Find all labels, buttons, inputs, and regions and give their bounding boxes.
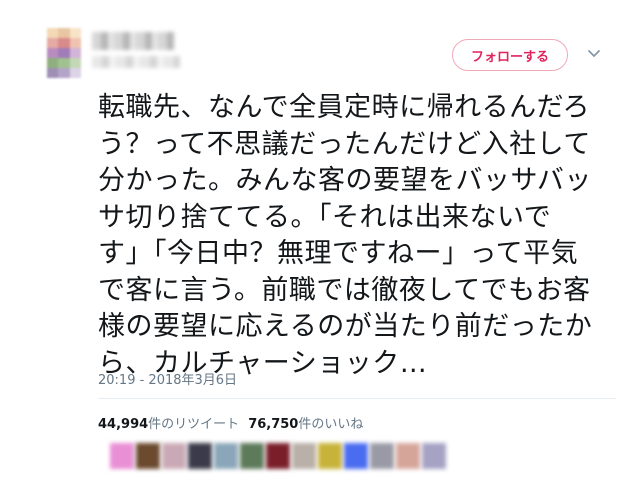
liker-avatars	[110, 443, 446, 469]
retweet-count: 44,994	[98, 417, 149, 432]
tweet-text-line: で客に言う。前職では徹夜してでもお客	[98, 274, 591, 306]
like-count: 76,750	[248, 417, 299, 432]
user-name-redacted[interactable]	[92, 32, 174, 50]
liker-avatar[interactable]	[214, 443, 238, 469]
tweet-text-line: 様の要望に応えるのが当たり前だったか	[98, 311, 593, 342]
liker-avatar[interactable]	[422, 443, 446, 469]
like-label: 件のいいね	[298, 417, 364, 432]
liker-avatar[interactable]	[370, 443, 394, 469]
liker-avatar[interactable]	[162, 443, 186, 469]
divider	[98, 398, 616, 399]
liker-avatar[interactable]	[240, 443, 264, 469]
tweet-timestamp[interactable]: 20:19 - 2018年3月6日	[98, 369, 237, 388]
liker-avatar[interactable]	[110, 443, 134, 469]
follow-button-label: フォローする	[470, 49, 549, 65]
liker-avatar[interactable]	[396, 443, 420, 469]
tweet-text: 転職先、なんで全員定時に帰れるんだろ う？って不思議だったんだけど入社して 分かった…	[98, 90, 618, 382]
liker-avatar[interactable]	[318, 443, 342, 469]
retweet-stat[interactable]: 44,994件のリツイート	[98, 413, 239, 432]
liker-avatar[interactable]	[136, 443, 160, 469]
follow-button[interactable]: フォローする	[452, 39, 568, 71]
user-handle-redacted[interactable]	[92, 56, 180, 68]
tweet-text-line: サ切り捨ててる。「それは出来ないで	[98, 201, 552, 233]
tweet-stats: 44,994件のリツイート 76,750件のいいね	[98, 413, 363, 432]
tweet-text-line: 分かった。みんな客の要望をバッサバッ	[98, 165, 592, 196]
tweet-text-line: 転職先、なんで全員定時に帰れるんだろ	[98, 92, 591, 123]
like-stat[interactable]: 76,750件のいいね	[248, 413, 363, 432]
liker-avatar[interactable]	[292, 443, 316, 469]
retweet-label: 件のリツイート	[148, 417, 240, 432]
tweet-text-line: う？って不思議だったんだけど入社して	[98, 128, 591, 160]
avatar[interactable]	[47, 28, 81, 78]
liker-avatar[interactable]	[266, 443, 290, 469]
chevron-down-icon[interactable]	[587, 46, 601, 60]
tweet-text-line: す」「今日中？無理ですねー」って平気	[98, 238, 579, 269]
liker-avatar[interactable]	[344, 443, 368, 469]
liker-avatar[interactable]	[188, 443, 212, 469]
